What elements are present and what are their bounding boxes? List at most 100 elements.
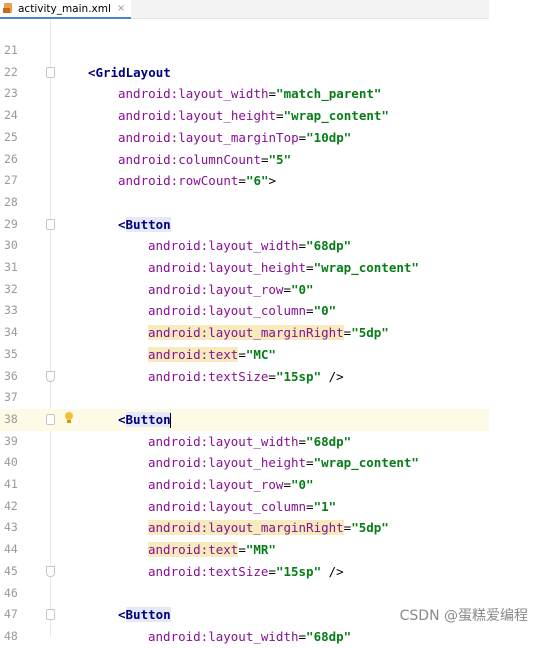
xml-value: "10dp": [306, 129, 352, 145]
code-line[interactable]: 44 android:text="MR": [0, 539, 489, 561]
code-line[interactable]: 31 android:layout_height="wrap_content": [0, 257, 489, 279]
fold-end-icon[interactable]: [46, 370, 55, 382]
code-line[interactable]: 27 android:rowCount="6">: [0, 170, 489, 192]
code-text: android:columnCount="5": [118, 149, 291, 171]
xml-punct: =: [306, 260, 314, 275]
code-text: <Button: [118, 214, 171, 236]
file-tab[interactable]: activity_main.xml ×: [0, 0, 132, 19]
line-number: 29: [4, 216, 18, 231]
code-text: android:layout_width="match_parent": [118, 83, 381, 105]
code-text: android:layout_column="1": [148, 496, 336, 518]
code-text: android:layout_marginTop="10dp": [118, 127, 351, 149]
xml-punct: =: [298, 433, 307, 449]
xml-punct: =: [306, 498, 314, 514]
xml-value: "5dp": [351, 325, 389, 341]
code-line[interactable]: 40 android:layout_height="wrap_content": [0, 452, 489, 474]
fold-toggle-icon[interactable]: [46, 609, 55, 621]
line-number: 46: [4, 585, 18, 600]
code-line[interactable]: 32 android:layout_row="0": [0, 279, 489, 301]
code-text: android:layout_row="0": [148, 474, 314, 496]
code-line[interactable]: 37: [0, 387, 489, 409]
xml-attribute: android:rowCount: [118, 173, 239, 189]
code-line[interactable]: 36 android:textSize="15sp" />: [0, 366, 489, 388]
xml-value: "15sp": [275, 563, 322, 579]
code-line[interactable]: 42 android:layout_column="1": [0, 496, 489, 518]
watermark: CSDN @蛋糕爱编程: [399, 608, 528, 624]
xml-tag: Button: [125, 607, 171, 623]
code-text: <Button: [118, 604, 171, 626]
code-line[interactable]: 41 android:layout_row="0": [0, 474, 489, 496]
xml-attribute: android:textSize: [148, 368, 269, 384]
code-line[interactable]: 45 android:textSize="15sp" />: [0, 561, 489, 583]
line-number: 45: [4, 563, 18, 578]
line-number: 33: [4, 303, 18, 318]
fold-toggle-icon[interactable]: [46, 413, 55, 425]
xml-value: "wrap_content": [283, 108, 389, 124]
xml-value: "0": [313, 303, 337, 319]
line-number: 44: [4, 542, 18, 557]
code-line[interactable]: 21: [0, 40, 489, 62]
xml-attribute: android:layout_column: [148, 303, 307, 319]
fold-toggle-icon[interactable]: [46, 66, 55, 78]
code-line[interactable]: 30 android:layout_width="68dp": [0, 235, 489, 257]
xml-value: "MR": [245, 542, 276, 558]
xml-value: "15sp": [275, 368, 322, 384]
close-tab-icon[interactable]: ×: [117, 3, 125, 14]
code-line[interactable]: 26 android:columnCount="5": [0, 149, 489, 171]
code-line[interactable]: 22 <GridLayout: [0, 62, 489, 84]
xml-value: "68dp": [306, 628, 352, 644]
xml-value: "match_parent": [276, 86, 382, 102]
xml-tag: <GridLayout: [88, 64, 171, 80]
xml-value: "1": [313, 498, 337, 514]
code-text: <GridLayout: [88, 62, 171, 84]
code-line[interactable]: 33 android:layout_column="0": [0, 300, 489, 322]
line-number: 41: [4, 477, 18, 491]
xml-tag: <: [118, 607, 126, 623]
xml-value: "68dp": [306, 433, 352, 449]
code-line[interactable]: 38 <Button: [0, 408, 489, 431]
code-line[interactable]: 35 android:text="MC": [0, 344, 489, 366]
xml-attribute: android:text: [148, 346, 239, 362]
line-number: 30: [4, 238, 18, 253]
fold-end-icon[interactable]: [46, 565, 55, 577]
xml-attribute: android:layout_height: [148, 260, 307, 275]
code-text: android:layout_height="wrap_content": [148, 452, 419, 474]
line-number: 31: [4, 260, 18, 274]
code-text: android:layout_row="0": [148, 279, 314, 301]
fold-toggle-icon[interactable]: [46, 218, 55, 230]
code-line[interactable]: 46: [0, 583, 489, 605]
code-text: android:layout_marginRight="5dp": [148, 517, 389, 539]
line-number: 32: [4, 281, 18, 296]
xml-tag: <: [118, 411, 126, 427]
xml-punct: =: [268, 563, 276, 579]
line-number: 28: [4, 194, 18, 209]
line-number: 23: [4, 86, 18, 101]
code-line[interactable]: 24 android:layout_height="wrap_content": [0, 105, 489, 127]
code-line[interactable]: 25 android:layout_marginTop="10dp": [0, 127, 489, 149]
code-line[interactable]: 29 <Button: [0, 214, 489, 236]
xml-tag: <: [118, 216, 126, 232]
xml-attribute: android:layout_width: [148, 238, 299, 254]
code-line[interactable]: 43 android:layout_marginRight="5dp": [0, 517, 489, 539]
line-number: 21: [4, 43, 18, 57]
code-text: android:layout_width="68dp": [148, 431, 351, 453]
code-line[interactable]: 23 android:layout_width="match_parent": [0, 83, 489, 105]
line-number: 34: [4, 325, 18, 340]
xml-punct: =: [283, 477, 291, 492]
code-line[interactable]: 28: [0, 192, 489, 214]
code-line[interactable]: 39 android:layout_width="68dp": [0, 431, 489, 453]
code-text: android:rowCount="6">: [118, 170, 276, 192]
xml-punct: =: [283, 281, 291, 297]
lightbulb-icon[interactable]: [64, 411, 74, 426]
code-line[interactable]: 34 android:layout_marginRight="5dp": [0, 322, 489, 344]
xml-attribute: android:layout_marginRight: [148, 325, 344, 341]
xml-punct: =: [268, 368, 276, 384]
xml-punct: >: [268, 173, 277, 189]
xml-punct: =: [276, 108, 284, 124]
xml-file-icon: [3, 3, 14, 14]
xml-attribute: android:layout_marginTop: [118, 129, 299, 145]
xml-attribute: android:layout_height: [148, 455, 307, 471]
xml-punct: =: [306, 455, 314, 471]
xml-value: "0": [291, 281, 314, 297]
code-text: android:text="MC": [148, 344, 276, 366]
